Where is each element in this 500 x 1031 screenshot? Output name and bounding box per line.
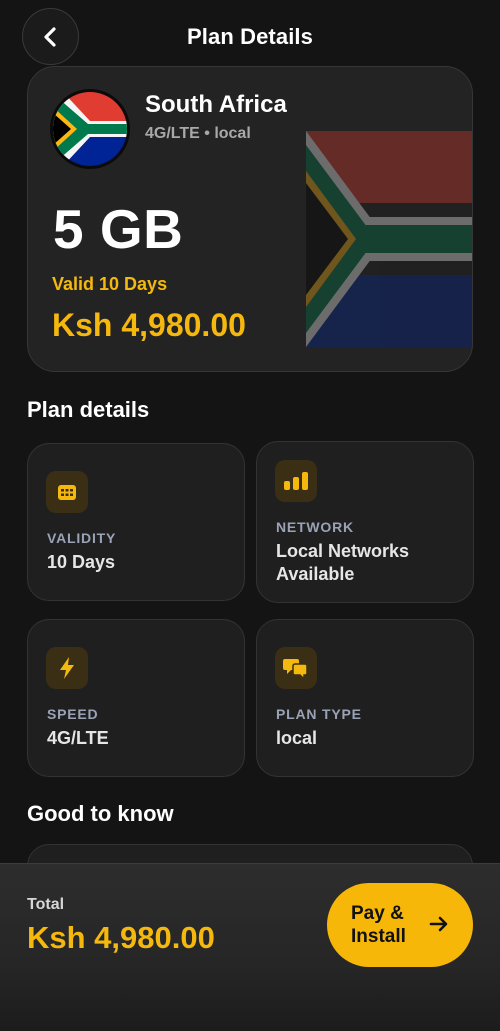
country-name: South Africa bbox=[145, 91, 287, 118]
good-to-know-heading: Good to know bbox=[27, 801, 174, 826]
speed-value: 4G/LTE bbox=[47, 728, 109, 748]
page-title: Plan Details bbox=[187, 24, 313, 49]
pay-button-label: Pay & Install bbox=[351, 903, 406, 947]
lightning-icon bbox=[46, 647, 88, 689]
plan-card: South Africa 4G/LTE • local 5 GB Valid 1… bbox=[27, 66, 473, 372]
validity-value: 10 Days bbox=[47, 552, 116, 572]
plan-type-tile: PLAN TYPE local bbox=[256, 619, 474, 777]
plan-price: Ksh 4,980.00 bbox=[52, 307, 246, 343]
calendar-icon bbox=[46, 471, 88, 513]
validity-tile: VALIDITY 10 Days bbox=[27, 443, 245, 601]
network-tile: NETWORK Local Networks Available bbox=[256, 441, 474, 603]
header: Plan Details bbox=[0, 0, 500, 76]
validity-text: Valid 10 Days bbox=[52, 274, 168, 294]
network-label: NETWORK bbox=[276, 519, 354, 535]
background-flag-graphic bbox=[306, 131, 472, 347]
speed-tile: SPEED 4G/LTE bbox=[27, 619, 245, 777]
plan-details-heading: Plan details bbox=[27, 397, 150, 422]
total-value: Ksh 4,980.00 bbox=[27, 920, 215, 955]
total-label: Total bbox=[27, 896, 65, 913]
checkout-footer: Total Ksh 4,980.00 Pay & Install bbox=[0, 863, 500, 1031]
arrow-right-icon bbox=[429, 916, 448, 932]
network-value: Local Networks Available bbox=[276, 541, 410, 584]
validity-label: VALIDITY bbox=[47, 530, 117, 546]
speed-label: SPEED bbox=[47, 706, 99, 722]
pay-and-install-button[interactable]: Pay & Install bbox=[327, 883, 473, 967]
plan-type-label: PLAN TYPE bbox=[276, 706, 362, 722]
signal-bars-icon bbox=[275, 460, 317, 502]
chat-bubbles-icon bbox=[275, 647, 317, 689]
network-type: 4G/LTE • local bbox=[145, 125, 251, 142]
plan-type-value: local bbox=[276, 728, 318, 748]
south-africa-flag-icon bbox=[50, 89, 130, 169]
data-amount: 5 GB bbox=[53, 198, 184, 260]
